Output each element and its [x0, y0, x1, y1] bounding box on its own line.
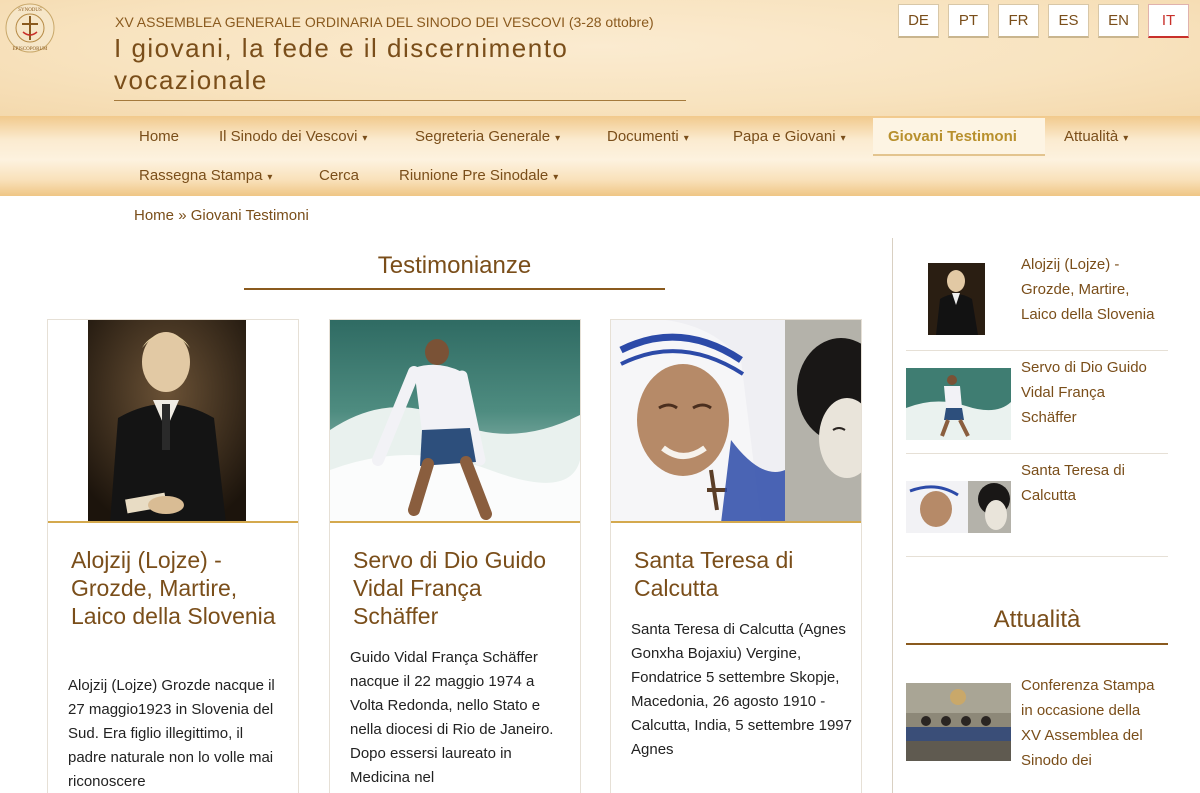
attualita-divider [906, 643, 1168, 645]
nav-item-cerca[interactable]: Cerca [304, 157, 374, 195]
breadcrumb-separator: » [178, 207, 187, 224]
svg-text:EPISCOPORUM: EPISCOPORUM [12, 47, 48, 52]
portrait-painting-image [88, 320, 246, 521]
lang-fr-button[interactable]: FR [998, 4, 1039, 38]
main-navigation: Home Il Sinodo dei Vescovi ▾ Segreteria G… [0, 116, 1200, 196]
nav-label: Riunione Pre Sinodale [399, 167, 549, 184]
press-conference-image [906, 683, 1011, 761]
card-image-portrait[interactable] [48, 320, 298, 523]
news-thumbnail[interactable] [906, 683, 1011, 761]
nav-label: Segreteria Generale [415, 128, 551, 145]
sidebar-item-title[interactable]: Santa Teresa di Calcutta [1021, 458, 1161, 508]
card-image-surfer[interactable] [330, 320, 580, 523]
event-subtitle: XV ASSEMBLEA GENERALE ORDINARIA DEL SINO… [115, 14, 654, 30]
nav-label: Papa e Giovani [733, 128, 836, 145]
breadcrumb-home-link[interactable]: Home [134, 207, 174, 224]
nav-item-attualita[interactable]: Attualità ▾ [1049, 118, 1143, 156]
nav-item-papa-giovani[interactable]: Papa e Giovani ▾ [718, 118, 861, 156]
nav-item-segreteria[interactable]: Segreteria Generale ▾ [400, 118, 575, 156]
testimony-card[interactable]: Alojzij (Lojze) - Grozde, Martire, Laico… [47, 319, 299, 793]
caret-down-icon: ▾ [553, 172, 559, 183]
sidebar-item[interactable]: Servo di Dio Guido Vidal França Schäffer [906, 351, 1168, 454]
nav-item-sinodo[interactable]: Il Sinodo dei Vescovi ▾ [204, 118, 382, 156]
site-header: SYNODUS EPISCOPORUM XV ASSEMBLEA GENERAL… [0, 0, 1200, 116]
nav-item-rassegna-stampa[interactable]: Rassegna Stampa ▾ [124, 157, 287, 195]
sidebar-thumbnail[interactable] [906, 368, 1011, 440]
caret-down-icon: ▾ [683, 133, 689, 144]
breadcrumb: Home » Giovani Testimoni [134, 207, 309, 224]
card-image-calcutta[interactable] [611, 320, 861, 523]
caret-down-icon: ▾ [362, 133, 368, 144]
section-divider [244, 288, 665, 290]
nav-item-documenti[interactable]: Documenti ▾ [592, 118, 704, 156]
sidebar-item[interactable]: Santa Teresa di Calcutta [906, 454, 1168, 557]
card-title[interactable]: Santa Teresa di Calcutta [634, 546, 848, 602]
nav-item-riunione[interactable]: Riunione Pre Sinodale ▾ [384, 157, 573, 195]
sidebar-thumbnail[interactable] [928, 263, 985, 335]
calcutta-thumbnail-image [906, 481, 1011, 533]
sidebar-divider [892, 238, 893, 793]
lang-de-button[interactable]: DE [898, 4, 939, 38]
card-excerpt: Guido Vidal França Schäffer nacque il 22… [350, 649, 554, 786]
news-item-title[interactable]: Conferenza Stampa in occasione della XV … [1021, 673, 1161, 773]
lang-pt-button[interactable]: PT [948, 4, 989, 38]
mother-teresa-photo-image [611, 320, 861, 521]
surfer-photo-image [330, 320, 580, 521]
language-switcher: DE PT FR ES EN IT [898, 4, 1189, 38]
nav-label: Home [139, 128, 180, 145]
sidebar-item[interactable]: Alojzij (Lojze) - Grozde, Martire, Laico… [906, 255, 1168, 351]
lang-en-button[interactable]: EN [1098, 4, 1139, 38]
caret-down-icon: ▾ [267, 172, 273, 183]
sidebar-thumbnail[interactable] [906, 481, 1011, 533]
card-excerpt: Santa Teresa di Calcutta (Agnes Gonxha B… [631, 621, 852, 758]
title-divider [114, 100, 686, 101]
sidebar-item-title[interactable]: Alojzij (Lojze) - Grozde, Martire, Laico… [1021, 252, 1161, 327]
caret-down-icon: ▾ [555, 133, 561, 144]
attualita-heading: Attualità [993, 606, 1081, 633]
caret-down-icon: ▾ [840, 133, 846, 144]
news-item[interactable]: Conferenza Stampa in occasione della XV … [906, 672, 1168, 793]
breadcrumb-current: Giovani Testimoni [190, 207, 309, 224]
nav-label: Giovani Testimoni [888, 128, 1017, 145]
testimony-card[interactable]: Santa Teresa di Calcutta Santa Teresa di… [610, 319, 862, 793]
nav-label: Attualità [1064, 128, 1119, 145]
testimony-card[interactable]: Servo di Dio Guido Vidal França Schäffer… [329, 319, 581, 793]
nav-item-giovani-testimoni[interactable]: Giovani Testimoni [873, 118, 1045, 156]
nav-label: Cerca [319, 167, 360, 184]
nav-label: Rassegna Stampa [139, 167, 263, 184]
card-excerpt: Alojzij (Lojze) Grozde nacque il 27 magg… [68, 677, 275, 790]
nav-label: Documenti [607, 128, 679, 145]
caret-down-icon: ▾ [1123, 133, 1129, 144]
card-title[interactable]: Alojzij (Lojze) - Grozde, Martire, Laico… [71, 546, 281, 630]
nav-item-home[interactable]: Home [124, 118, 194, 156]
svg-text:SYNODUS: SYNODUS [18, 8, 42, 13]
section-title: Testimonianze [377, 252, 532, 279]
surfer-thumbnail-image [906, 368, 1011, 440]
card-title[interactable]: Servo di Dio Guido Vidal França Schäffer [353, 546, 567, 630]
lang-es-button[interactable]: ES [1048, 4, 1089, 38]
portrait-thumbnail-image [928, 263, 985, 335]
lang-it-button[interactable]: IT [1148, 4, 1189, 38]
synod-logo-icon[interactable]: SYNODUS EPISCOPORUM [4, 2, 56, 54]
site-title[interactable]: I giovani, la fede e il discernimento vo… [114, 32, 674, 96]
nav-label: Il Sinodo dei Vescovi [219, 128, 358, 145]
sidebar-item-title[interactable]: Servo di Dio Guido Vidal França Schäffer [1021, 355, 1161, 430]
